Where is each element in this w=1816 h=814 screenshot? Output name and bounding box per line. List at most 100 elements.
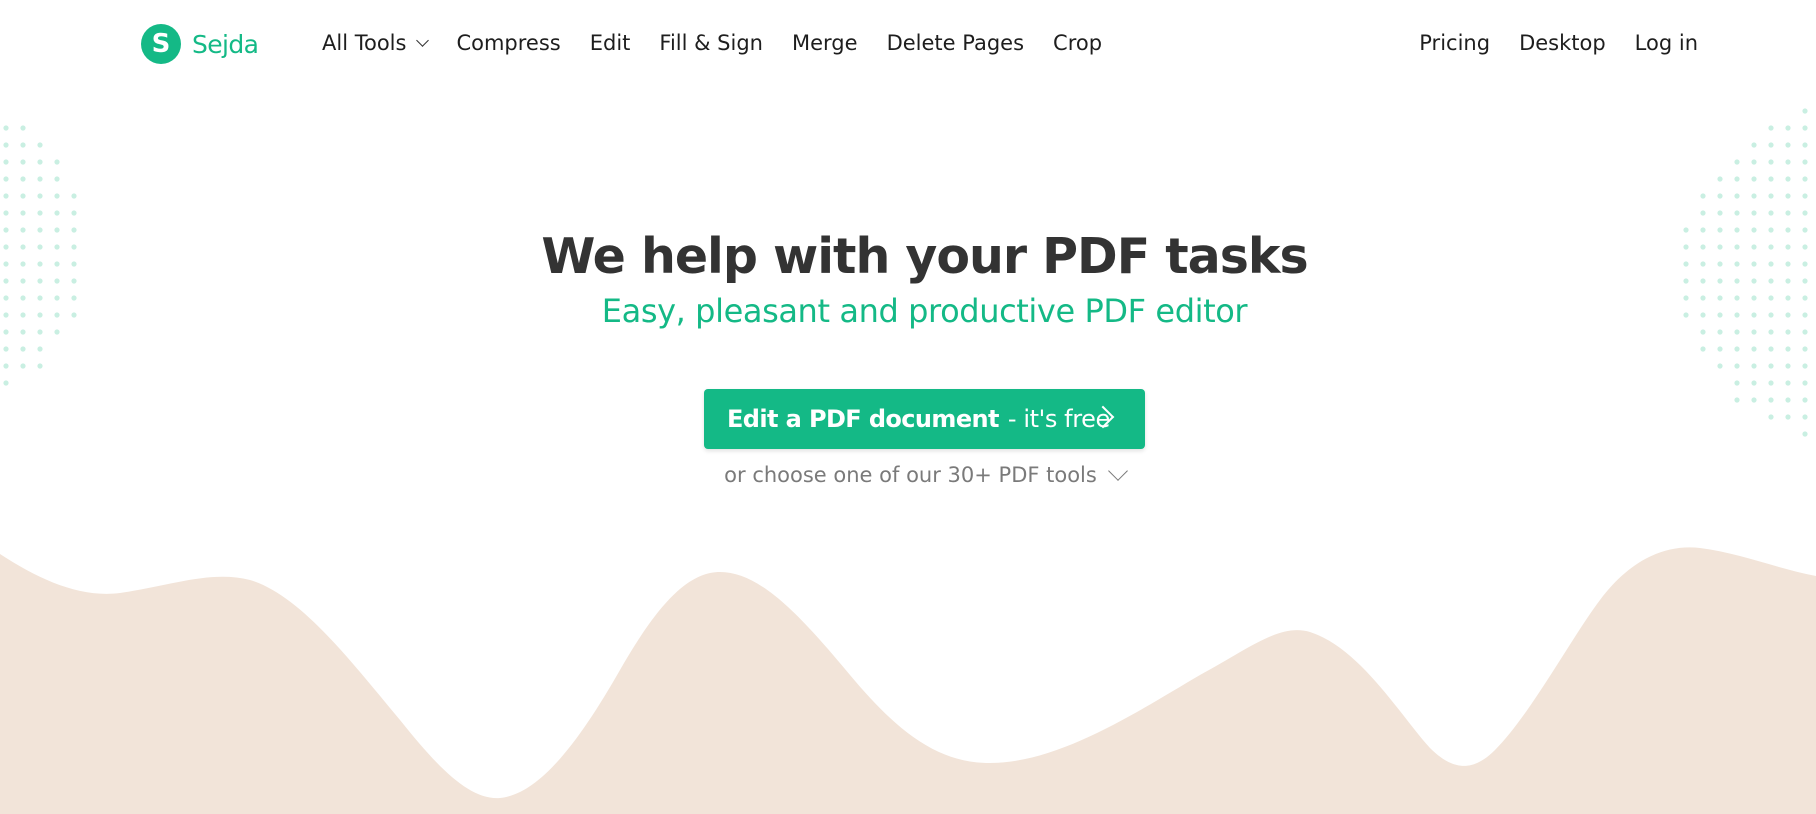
decor-dot xyxy=(1785,125,1791,131)
decor-dot xyxy=(1802,363,1808,369)
decor-dot xyxy=(1802,210,1808,216)
decor-dot xyxy=(1802,329,1808,335)
decor-dot xyxy=(1751,142,1757,148)
decor-dot xyxy=(54,193,60,199)
decor-dot xyxy=(1751,329,1757,335)
decor-dot xyxy=(1751,210,1757,216)
decor-dot xyxy=(1700,210,1706,216)
edit-pdf-button-label: Edit a PDF document xyxy=(727,405,999,433)
decor-dot xyxy=(54,210,60,216)
decor-dot xyxy=(20,193,26,199)
decor-dot xyxy=(1802,380,1808,386)
decor-dot xyxy=(1802,108,1808,114)
top-navbar: S Sejda All Tools Compress Edit Fill & S… xyxy=(0,0,1816,86)
decor-dot xyxy=(37,176,43,182)
nav-all-tools[interactable]: All Tools xyxy=(322,31,430,55)
sejda-logo[interactable]: S Sejda xyxy=(141,24,259,64)
nav-edit[interactable]: Edit xyxy=(590,31,631,55)
decor-dot xyxy=(3,380,9,386)
decor-dot xyxy=(20,210,26,216)
decor-dot xyxy=(1734,346,1740,352)
decor-dot xyxy=(1802,193,1808,199)
nav-delete-pages[interactable]: Delete Pages xyxy=(887,31,1024,55)
decor-dot xyxy=(1785,210,1791,216)
decor-dot xyxy=(1785,176,1791,182)
decor-dot xyxy=(1734,363,1740,369)
decor-dot xyxy=(1734,193,1740,199)
choose-tools-link[interactable]: or choose one of our 30+ PDF tools xyxy=(0,460,1816,487)
nav-desktop[interactable]: Desktop xyxy=(1519,31,1606,55)
decor-dot xyxy=(37,142,43,148)
decor-dot xyxy=(71,193,77,199)
decor-dot xyxy=(1768,142,1774,148)
decor-dot xyxy=(3,125,9,131)
decor-dot xyxy=(37,363,43,369)
nav-fill-sign[interactable]: Fill & Sign xyxy=(659,31,763,55)
decor-dot xyxy=(1768,329,1774,335)
decor-dot xyxy=(37,346,43,352)
decor-dot xyxy=(20,176,26,182)
decor-dot xyxy=(1768,346,1774,352)
decor-dot xyxy=(1802,431,1808,437)
decor-dot xyxy=(54,329,60,335)
hero-title: We help with your PDF tasks xyxy=(541,228,1308,285)
nav-compress[interactable]: Compress xyxy=(456,31,560,55)
decor-dot xyxy=(1785,193,1791,199)
decor-dot xyxy=(1751,193,1757,199)
decor-dot xyxy=(1768,363,1774,369)
decor-dot xyxy=(20,159,26,165)
decor-dot xyxy=(1802,346,1808,352)
decor-dot xyxy=(1734,176,1740,182)
nav-crop[interactable]: Crop xyxy=(1053,31,1102,55)
decor-dot xyxy=(1802,159,1808,165)
decor-dot xyxy=(1768,125,1774,131)
decor-dot xyxy=(1802,414,1808,420)
decor-dot xyxy=(1751,380,1757,386)
decor-dot xyxy=(1768,193,1774,199)
decor-dot xyxy=(1734,380,1740,386)
nav-merge[interactable]: Merge xyxy=(792,31,858,55)
decor-dot xyxy=(1785,363,1791,369)
decor-dot xyxy=(1768,397,1774,403)
decor-dot xyxy=(1717,193,1723,199)
edit-pdf-button[interactable]: Edit a PDF document - it's free xyxy=(704,389,1145,449)
decor-dot xyxy=(3,363,9,369)
decor-dot xyxy=(1802,176,1808,182)
decor-dot xyxy=(1734,210,1740,216)
decor-dot xyxy=(3,159,9,165)
logo-mark-icon: S xyxy=(141,24,181,64)
decor-dot xyxy=(1785,159,1791,165)
decor-dot xyxy=(1802,142,1808,148)
nav-pricing[interactable]: Pricing xyxy=(1419,31,1490,55)
decor-dot xyxy=(1785,142,1791,148)
decor-dot xyxy=(1802,397,1808,403)
decor-dot xyxy=(37,159,43,165)
decor-dot xyxy=(1751,363,1757,369)
decor-dot xyxy=(1785,414,1791,420)
decor-dot xyxy=(20,329,26,335)
decor-dot xyxy=(1768,176,1774,182)
decor-dot xyxy=(1785,397,1791,403)
decor-dot xyxy=(1802,125,1808,131)
primary-nav: All Tools Compress Edit Fill & Sign Merg… xyxy=(322,0,1131,86)
chevron-down-icon xyxy=(416,33,430,47)
nav-log-in[interactable]: Log in xyxy=(1635,31,1698,55)
choose-tools-label: or choose one of our 30+ PDF tools xyxy=(724,463,1097,487)
decor-dot xyxy=(1734,397,1740,403)
decor-dot xyxy=(1785,346,1791,352)
decor-dot xyxy=(37,329,43,335)
decor-dot xyxy=(1717,346,1723,352)
secondary-nav: Pricing Desktop Log in xyxy=(1390,0,1698,86)
decor-dot xyxy=(1751,176,1757,182)
wave-shape xyxy=(0,547,1816,814)
decor-dot xyxy=(3,176,9,182)
decor-dot xyxy=(1751,159,1757,165)
decor-dot xyxy=(1734,329,1740,335)
wave-background xyxy=(0,547,1816,814)
decor-dot xyxy=(3,346,9,352)
decor-dot xyxy=(1768,159,1774,165)
decor-dot xyxy=(37,210,43,216)
decor-dot xyxy=(1734,159,1740,165)
decor-dot xyxy=(54,159,60,165)
decor-dot xyxy=(20,125,26,131)
